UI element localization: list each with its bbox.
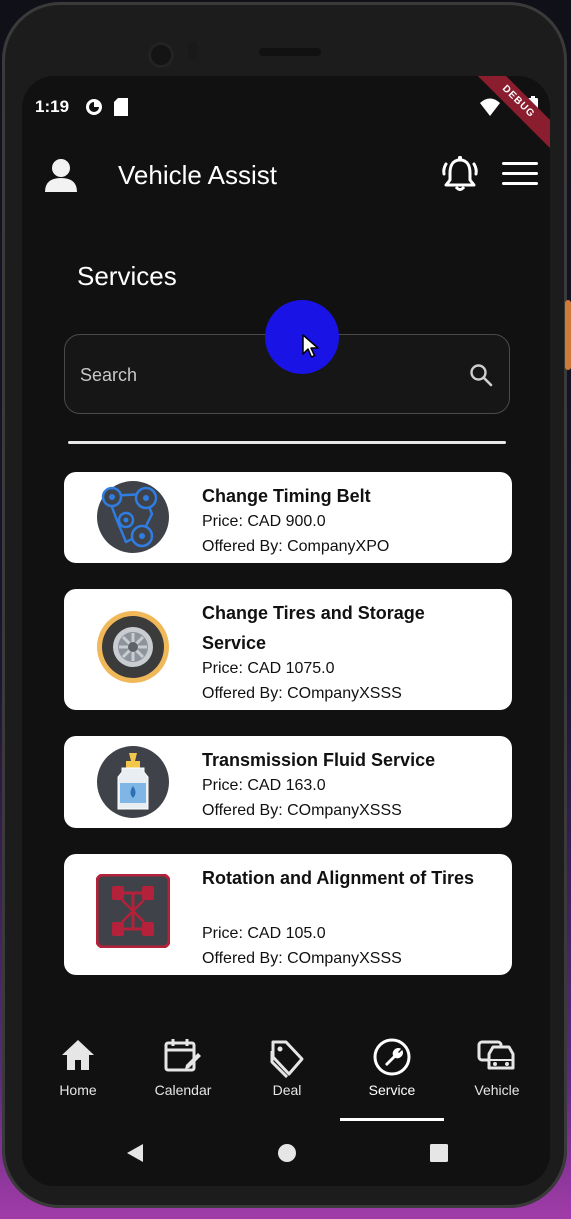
- sync-icon: [86, 99, 102, 115]
- system-navigation-bar: [22, 1126, 550, 1186]
- nav-item-vehicle[interactable]: Vehicle: [447, 1026, 547, 1098]
- service-price: Price: CAD 163.0: [202, 777, 326, 794]
- service-name: Rotation and Alignment of Tires: [202, 868, 475, 888]
- home-icon: [62, 1040, 94, 1070]
- sd-card-icon: [114, 98, 128, 116]
- nav-item-deal[interactable]: Deal: [237, 1026, 337, 1098]
- nav-item-home[interactable]: Home: [28, 1026, 128, 1098]
- service-price: Price: CAD 900.0: [202, 513, 326, 530]
- service-card[interactable]: Change Tires and Storage Service Price: …: [64, 589, 512, 710]
- service-provider: Offered By: COmpanyXSSS: [202, 950, 402, 967]
- app-bar: Vehicle Assist: [22, 146, 550, 202]
- app-screen: 1:19 DEBUG Vehicle Assist Services Searc…: [22, 76, 550, 1186]
- camera-sensor: [188, 42, 198, 60]
- selected-tab-indicator: [340, 1118, 444, 1121]
- service-provider: Offered By: COmpanyXSSS: [202, 685, 402, 702]
- bottom-navigation: Home Calendar Deal Service Vehicle: [22, 1026, 550, 1126]
- service-name: Transmission Fluid Service: [202, 750, 436, 770]
- service-name: Change Timing Belt: [202, 486, 371, 506]
- search-placeholder: Search: [80, 365, 138, 385]
- back-icon[interactable]: [125, 1142, 145, 1164]
- tire-rotation-icon: [96, 874, 170, 948]
- phone-frame: 1:19 DEBUG Vehicle Assist Services Searc…: [2, 2, 567, 1208]
- notification-bell-icon[interactable]: [440, 154, 480, 194]
- tire-icon: [97, 611, 169, 683]
- service-provider: Offered By: CompanyXPO: [202, 538, 390, 555]
- service-provider: Offered By: COmpanyXSSS: [202, 802, 402, 819]
- wrench-icon: [373, 1038, 411, 1076]
- car-icon: [477, 1040, 515, 1070]
- side-button: [565, 300, 571, 370]
- service-name: Change Tires and Storage Service: [202, 603, 425, 653]
- home-circle-icon[interactable]: [277, 1143, 297, 1163]
- recents-icon[interactable]: [429, 1143, 449, 1163]
- menu-icon[interactable]: [502, 160, 538, 188]
- tag-icon: [270, 1040, 304, 1078]
- fluid-bottle-icon: [97, 746, 169, 818]
- nav-label: Vehicle: [474, 1082, 520, 1098]
- service-card[interactable]: Transmission Fluid Service Price: CAD 16…: [64, 736, 512, 828]
- nav-label: Deal: [272, 1082, 302, 1098]
- status-bar: 1:19 DEBUG: [22, 76, 550, 152]
- app-title: Vehicle Assist: [118, 160, 277, 190]
- search-icon[interactable]: [469, 363, 493, 387]
- nav-item-calendar[interactable]: Calendar: [133, 1026, 233, 1098]
- nav-label: Calendar: [154, 1082, 212, 1098]
- status-time: 1:19: [35, 97, 70, 116]
- mouse-pointer-icon: [302, 334, 319, 358]
- list-divider: [68, 441, 506, 444]
- calendar-icon: [164, 1039, 201, 1072]
- nav-label: Home: [59, 1082, 97, 1098]
- service-card[interactable]: Rotation and Alignment of Tires Price: C…: [64, 854, 512, 975]
- section-title: Services: [77, 261, 177, 291]
- service-price: Price: CAD 105.0: [202, 925, 326, 942]
- service-card[interactable]: Change Timing Belt Price: CAD 900.0 Offe…: [64, 472, 512, 563]
- timing-belt-icon: [97, 481, 169, 553]
- earpiece-speaker: [259, 48, 321, 56]
- nav-label: Service: [368, 1082, 416, 1098]
- front-camera: [148, 42, 174, 68]
- service-price: Price: CAD 1075.0: [202, 660, 335, 677]
- wifi-icon: [480, 98, 500, 116]
- profile-icon[interactable]: [44, 158, 78, 192]
- nav-item-service[interactable]: Service: [342, 1026, 442, 1098]
